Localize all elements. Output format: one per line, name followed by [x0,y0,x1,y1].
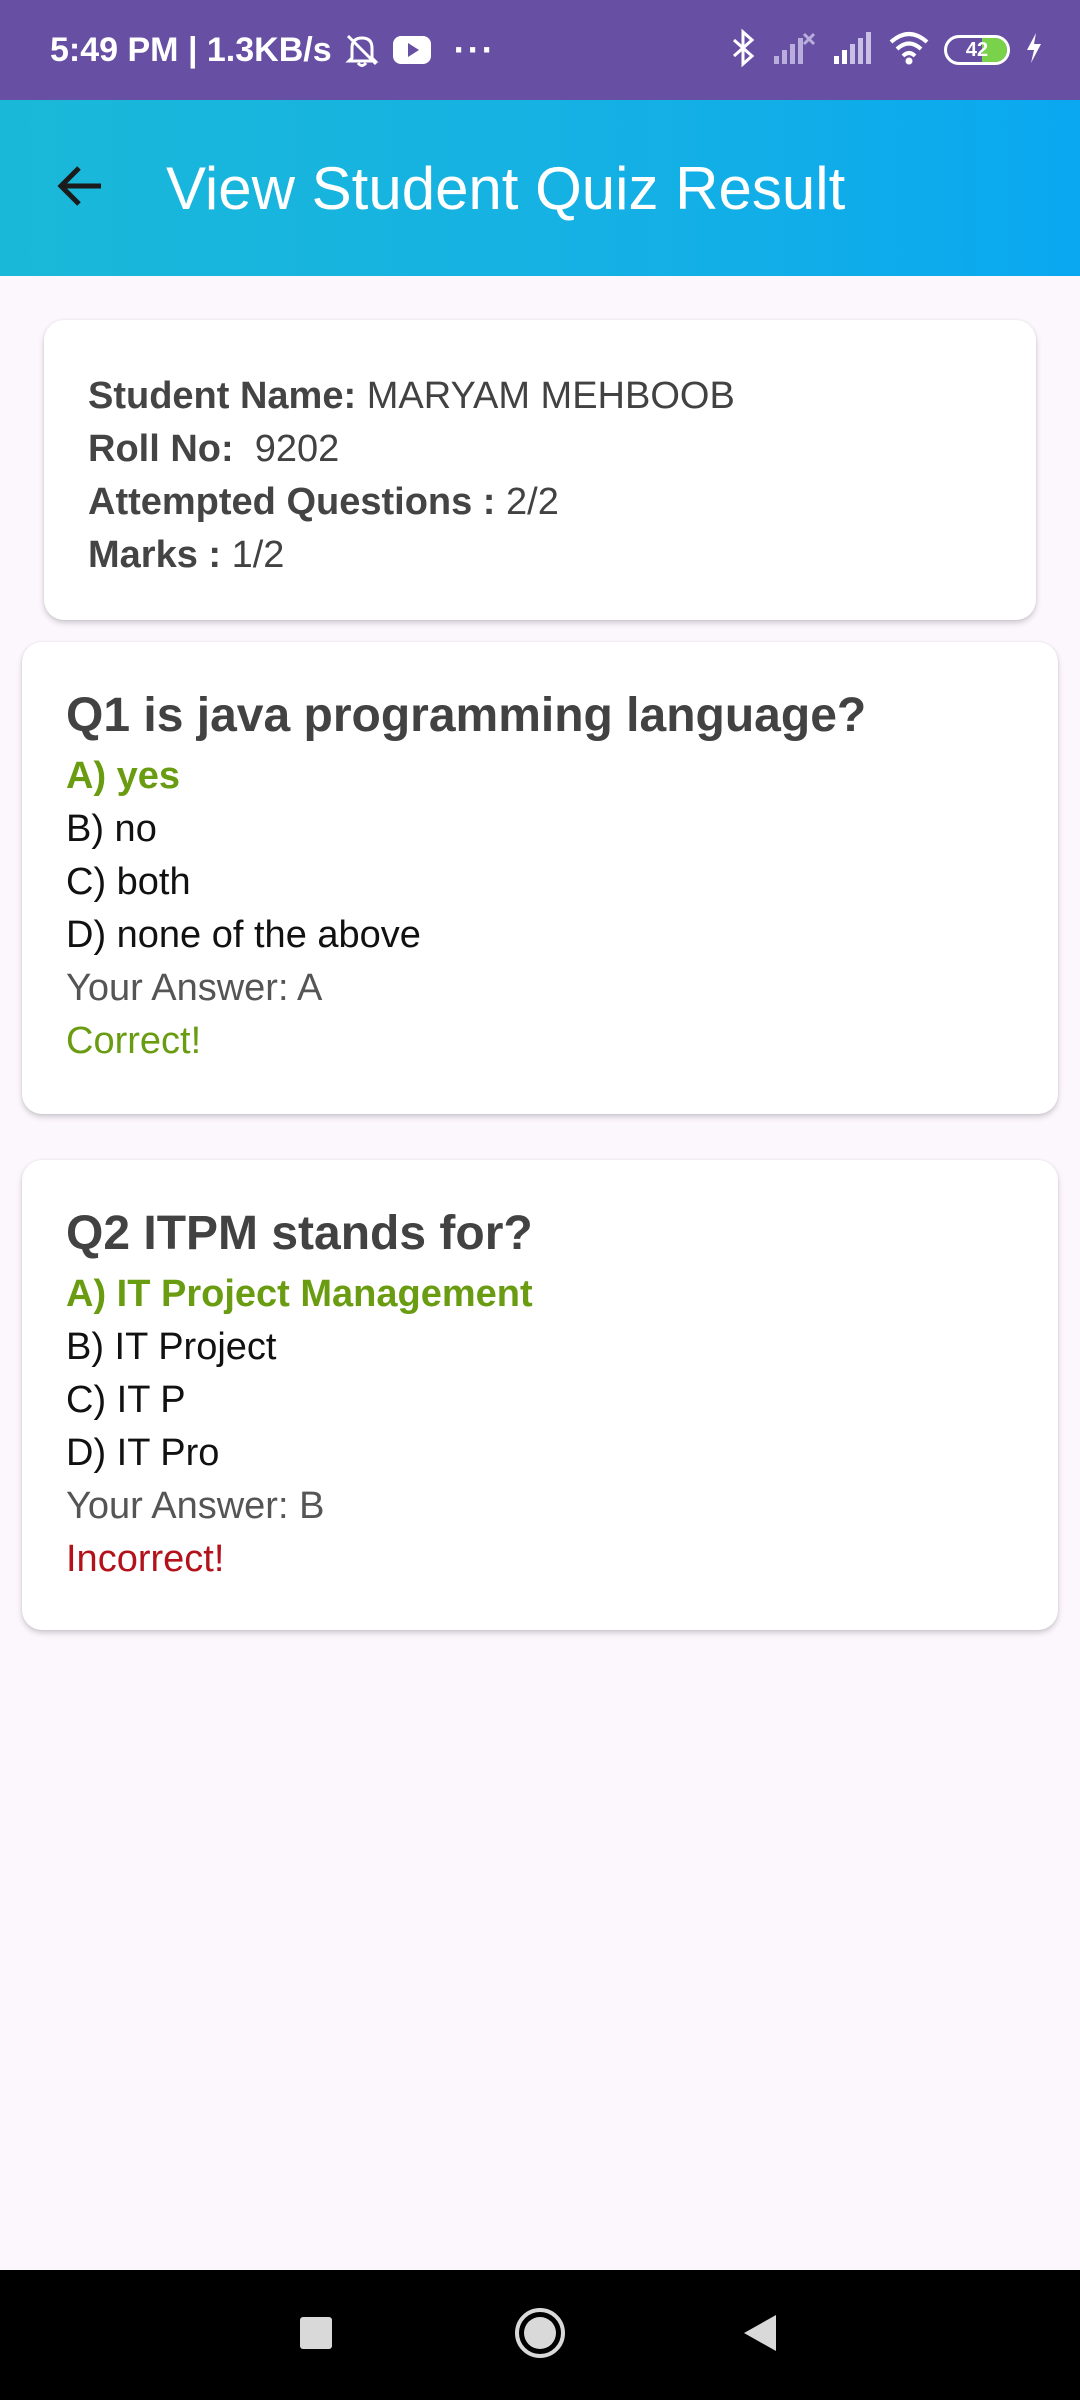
result-correct: Correct! [66,1020,202,1062]
wifi-icon [888,30,930,71]
roll-no-value: 9202 [233,428,340,470]
youtube-icon [392,34,432,66]
attempted-row: Attempted Questions : 2/2 [88,476,992,529]
option-d: D) IT Pro [66,1432,220,1474]
status-bar: 5:49 PM | 1.3KB/s ··· 42 [0,0,1080,100]
app-bar: View Student Quiz Result [0,100,1080,276]
battery-level: 42 [965,38,989,61]
status-right: 42 [714,0,1044,100]
attempted-label: Attempted Questions : [88,481,496,523]
bluetooth-icon [728,28,758,73]
student-name-label: Student Name: [88,375,357,417]
result-incorrect: Incorrect! [66,1538,225,1580]
signal-icon [830,30,874,71]
roll-no-row: Roll No: 9202 [88,423,992,476]
option-c: C) both [66,861,191,903]
student-name-row: Student Name: MARYAM MEHBOOB [88,370,992,423]
back-icon [740,2311,780,2360]
charging-icon [1024,31,1044,70]
your-answer: Your Answer: A [66,967,323,1009]
more-notifications-icon: ··· [453,29,496,70]
marks-label: Marks : [88,534,222,576]
option-d: D) none of the above [66,914,421,956]
option-b: B) IT Project [66,1326,277,1368]
your-answer: Your Answer: B [66,1485,325,1527]
option-a: A) IT Project Management [66,1273,533,1315]
system-nav-bar [0,2270,1080,2400]
student-name-value: MARYAM MEHBOOB [356,375,735,417]
question-title: Q1 is java programming language? [66,689,867,742]
attempted-value: 2/2 [495,481,559,523]
marks-value: 1/2 [221,534,285,576]
arrow-back-icon [55,164,105,213]
battery-icon: 42 [944,35,1010,65]
back-button[interactable] [40,148,120,228]
question-card-2: Q2 ITPM stands for? A) IT Project Manage… [22,1160,1058,1630]
page-title: View Student Quiz Result [166,154,846,222]
home-button[interactable] [480,2270,600,2400]
question-title: Q2 ITPM stands for? [66,1207,533,1260]
status-time: 5:49 PM | 1.3KB/s [50,30,332,69]
status-left: 5:49 PM | 1.3KB/s ··· [50,0,496,100]
student-info-card: Student Name: MARYAM MEHBOOB Roll No: 92… [44,320,1036,620]
nav-back-button[interactable] [700,2270,820,2400]
alarm-off-icon [342,30,382,70]
question-card-1: Q1 is java programming language? A) yes … [22,642,1058,1114]
roll-no-label: Roll No: [88,428,234,470]
home-icon [512,2305,568,2366]
marks-row: Marks : 1/2 [88,529,992,582]
option-c: C) IT P [66,1379,186,1421]
recent-apps-icon [296,2313,336,2358]
signal-off-icon [772,30,816,71]
option-a: A) yes [66,755,181,797]
option-b: B) no [66,808,157,850]
recent-apps-button[interactable] [256,2270,376,2400]
